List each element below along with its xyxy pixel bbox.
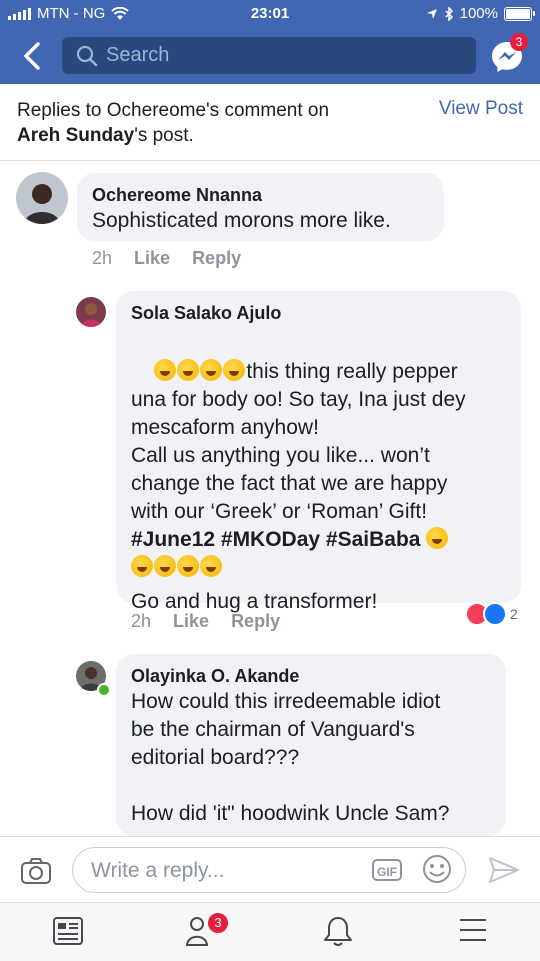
emoji: [177, 555, 199, 577]
comment-text: this thing really pepper una for body oo!…: [131, 359, 466, 613]
search-placeholder: Search: [106, 44, 170, 66]
comment-meta: 2h Like Reply: [92, 248, 241, 269]
comment-bubble[interactable]: Sola Salako Ajulo this thing really pepp…: [116, 291, 521, 613]
emoji: [223, 359, 246, 381]
search-input[interactable]: Search: [62, 37, 476, 74]
comment-bubble[interactable]: Olayinka O. Akande How could this irrede…: [116, 654, 506, 836]
emoji: [426, 527, 449, 549]
menu-icon[interactable]: [458, 915, 488, 945]
gif-button[interactable]: GIF: [372, 859, 402, 881]
sticker-icon[interactable]: [422, 854, 452, 884]
status-bar: MTN - NG 23:01 100%: [0, 0, 540, 28]
comment-meta: 2h Like Reply: [131, 611, 280, 632]
comment-bubble[interactable]: Ochereome Nnanna Sophisticated morons mo…: [77, 173, 444, 241]
like-button[interactable]: Like: [173, 611, 209, 632]
reaction-count: 2: [510, 606, 518, 622]
emoji: [154, 359, 177, 381]
news-feed-icon[interactable]: [52, 915, 84, 947]
back-arrow-icon[interactable]: [18, 38, 50, 74]
comment-time: 2h: [131, 611, 152, 631]
divider: [0, 160, 540, 161]
reply-placeholder: Write a reply...: [91, 859, 225, 882]
reply-button[interactable]: Reply: [192, 248, 241, 269]
location-icon: [426, 8, 437, 19]
camera-icon[interactable]: [20, 857, 52, 885]
battery-label: 100%: [459, 5, 498, 22]
emoji: [200, 359, 223, 381]
emoji: [200, 555, 222, 577]
hashtags[interactable]: #June12 #MKODay #SaiBaba: [131, 528, 420, 551]
comment-text: How could this irredeemable idiot be the…: [131, 690, 450, 825]
top-bar: MTN - NG 23:01 100% Search 3: [0, 0, 540, 84]
reaction-summary[interactable]: 2: [465, 602, 518, 626]
emoji: [177, 359, 200, 381]
avatar[interactable]: [76, 297, 106, 327]
view-post-link[interactable]: View Post: [439, 98, 523, 120]
commenter-name[interactable]: Olayinka O. Akande: [131, 666, 299, 687]
search-icon: [76, 45, 98, 66]
reply-button[interactable]: Reply: [231, 611, 280, 632]
comment-text: Sophisticated morons more like.: [92, 209, 391, 232]
send-icon[interactable]: [488, 856, 520, 884]
replies-context: Replies to Ochereome's comment on Areh S…: [17, 100, 330, 146]
commenter-name[interactable]: Sola Salako Ajulo: [131, 303, 281, 324]
emoji: [131, 555, 153, 577]
commenter-name[interactable]: Ochereome Nnanna: [92, 185, 262, 206]
reply-composer: Write a reply... GIF: [0, 836, 540, 903]
bluetooth-icon: [445, 6, 453, 21]
reply-input[interactable]: Write a reply...: [72, 847, 466, 893]
avatar[interactable]: [16, 172, 68, 224]
tab-bar: [0, 902, 540, 961]
like-reaction-icon: [483, 602, 507, 626]
emoji: [154, 555, 176, 577]
like-button[interactable]: Like: [134, 248, 170, 269]
comment-time: 2h: [92, 248, 113, 268]
online-indicator: [97, 683, 111, 697]
battery-icon: [504, 6, 535, 21]
notifications-icon[interactable]: [322, 915, 354, 947]
friends-badge: 3: [208, 913, 228, 933]
messenger-badge: 3: [510, 33, 528, 51]
